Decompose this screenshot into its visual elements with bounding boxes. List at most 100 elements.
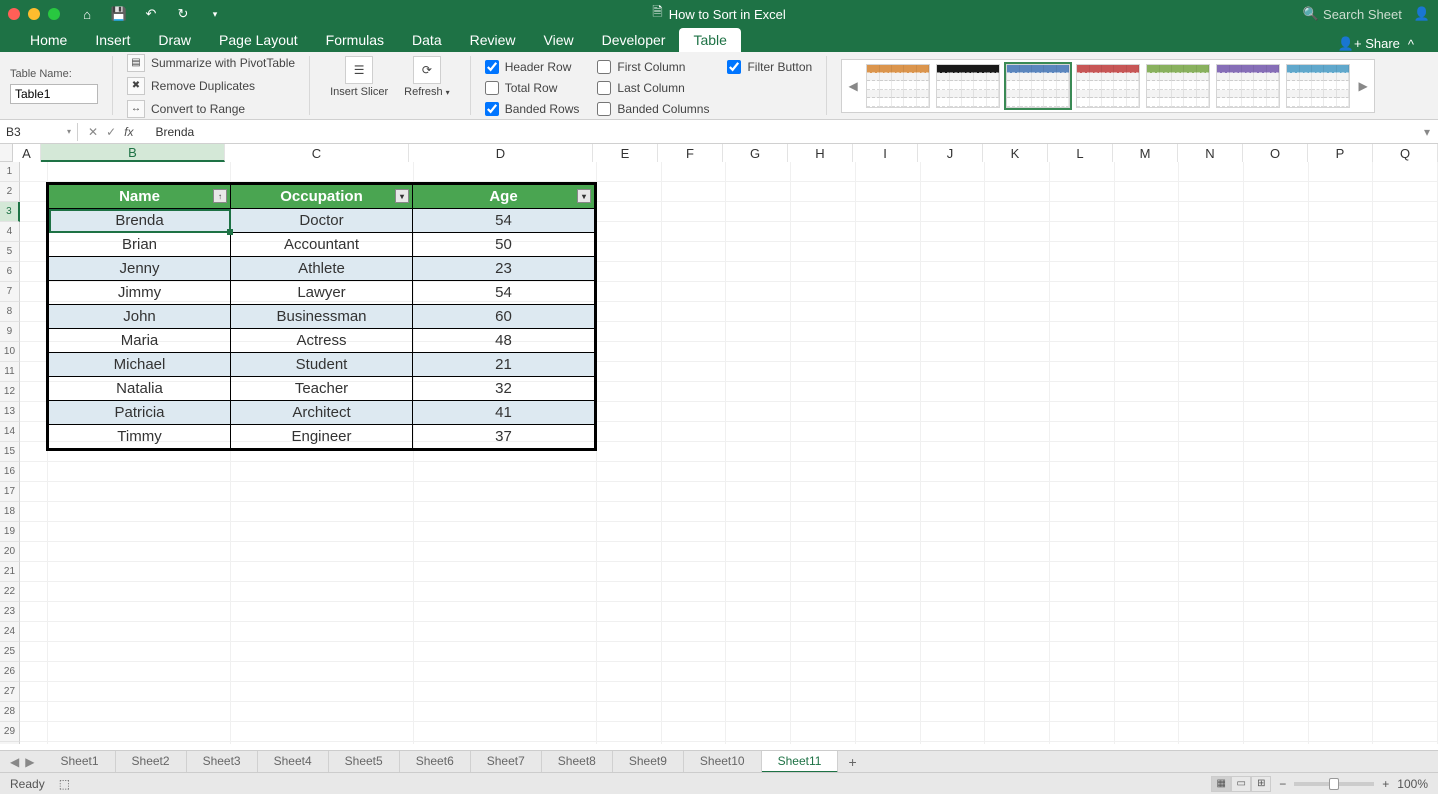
cell[interactable] [1244,262,1309,282]
cell[interactable] [1050,282,1115,302]
cell[interactable] [985,362,1050,382]
cell[interactable] [1309,442,1374,462]
cell[interactable] [921,162,986,182]
table-name-input[interactable] [10,84,98,104]
cell[interactable] [20,442,48,462]
page-break-view-icon[interactable]: ⊞ [1251,776,1271,792]
cell[interactable] [662,242,727,262]
cell[interactable] [1244,222,1309,242]
table-header[interactable]: Occupation▾ [231,185,413,209]
redo-icon[interactable]: ↻ [176,7,190,21]
cell[interactable] [856,222,921,242]
search-sheet[interactable]: 🔍 Search Sheet [1303,6,1402,22]
cell[interactable] [1309,262,1374,282]
cell[interactable] [597,522,662,542]
cell[interactable] [1050,462,1115,482]
cell[interactable] [921,202,986,222]
column-header[interactable]: E [593,144,658,162]
sheet-tab[interactable]: Sheet2 [116,751,187,773]
row-header[interactable]: 22 [0,582,20,602]
cell[interactable] [1309,162,1374,182]
table-cell[interactable]: Brenda [49,209,231,233]
first-column-checkbox[interactable]: First Column [597,60,709,74]
column-header[interactable]: N [1178,144,1243,162]
cell[interactable] [856,302,921,322]
cell[interactable] [1244,202,1309,222]
maximize-window-icon[interactable] [48,8,60,20]
cell[interactable] [1050,262,1115,282]
cell[interactable] [726,542,791,562]
cell[interactable] [1244,562,1309,582]
sheet-tab[interactable]: Sheet5 [329,751,400,773]
cell[interactable] [662,662,727,682]
cell[interactable] [662,602,727,622]
remove-duplicates-button[interactable]: ✖Remove Duplicates [127,77,295,95]
cell[interactable] [1373,462,1438,482]
cell[interactable] [20,222,48,242]
cell[interactable] [20,262,48,282]
cell[interactable] [1179,662,1244,682]
table-style-option[interactable] [1216,64,1280,108]
row-header[interactable]: 8 [0,302,20,322]
cell[interactable] [856,582,921,602]
cell[interactable] [231,682,414,702]
cell[interactable] [985,622,1050,642]
cell[interactable] [1050,622,1115,642]
cell[interactable] [1373,722,1438,742]
cell[interactable] [1115,322,1180,342]
cell[interactable] [20,182,48,202]
cell[interactable] [1373,682,1438,702]
close-window-icon[interactable] [8,8,20,20]
table-cell[interactable]: Student [231,353,413,377]
cell[interactable] [1373,442,1438,462]
cell[interactable] [1050,362,1115,382]
cell[interactable] [1179,462,1244,482]
cell[interactable] [1309,202,1374,222]
cell[interactable] [921,462,986,482]
sheet-tab[interactable]: Sheet3 [187,751,258,773]
cell[interactable] [597,502,662,522]
cell[interactable] [985,682,1050,702]
cell[interactable] [726,482,791,502]
cell[interactable] [1309,362,1374,382]
cell[interactable] [414,742,597,744]
cell[interactable] [856,402,921,422]
cell[interactable] [726,462,791,482]
cell[interactable] [726,422,791,442]
row-header[interactable]: 19 [0,522,20,542]
cell[interactable] [921,282,986,302]
header-row-checkbox[interactable]: Header Row [485,60,580,74]
ribbon-tab-developer[interactable]: Developer [588,28,680,52]
cell[interactable] [1179,642,1244,662]
cell[interactable] [20,302,48,322]
cell[interactable] [1309,522,1374,542]
cell[interactable] [597,662,662,682]
cell[interactable] [921,222,986,242]
cell[interactable] [1373,402,1438,422]
cell[interactable] [1373,622,1438,642]
cell[interactable] [662,622,727,642]
cell[interactable] [1115,282,1180,302]
cell[interactable] [985,462,1050,482]
cell[interactable] [1244,402,1309,422]
cell[interactable] [231,582,414,602]
cell[interactable] [597,362,662,382]
cell[interactable] [921,262,986,282]
cell[interactable] [1179,482,1244,502]
cell[interactable] [1179,422,1244,442]
cell[interactable] [1373,202,1438,222]
cell[interactable] [662,742,727,744]
cell[interactable] [985,542,1050,562]
cell[interactable] [1373,342,1438,362]
cell[interactable] [48,702,231,722]
cell[interactable] [1115,502,1180,522]
cell[interactable] [921,382,986,402]
cell[interactable] [726,302,791,322]
cell[interactable] [1115,522,1180,542]
cell[interactable] [1050,502,1115,522]
cell[interactable] [726,242,791,262]
cell[interactable] [1050,402,1115,422]
table-cell[interactable]: 54 [413,281,595,305]
ribbon-tab-home[interactable]: Home [16,28,81,52]
cell[interactable] [856,522,921,542]
